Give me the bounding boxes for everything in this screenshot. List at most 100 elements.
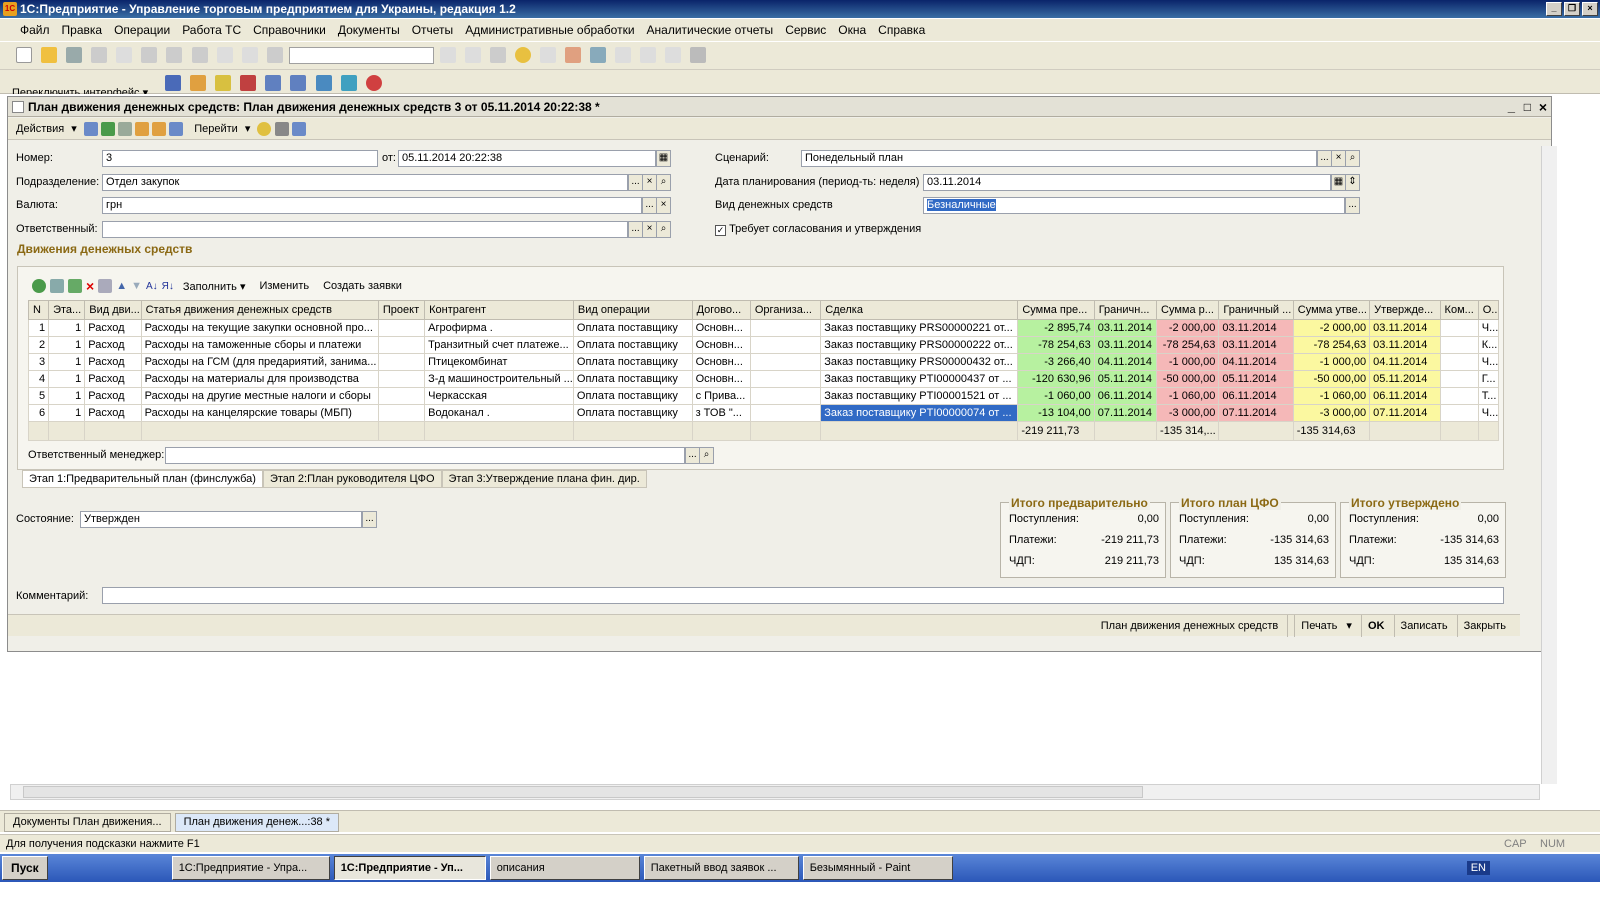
cell-deal[interactable]: Заказ поставщику PRS00000432 от... — [820, 353, 1019, 371]
dept-field[interactable]: Отдел закупок — [102, 174, 628, 191]
cell-n[interactable]: 1 — [27, 319, 50, 337]
cell-sum-approved[interactable]: -1 060,00 — [1292, 387, 1371, 405]
currency-clear-button[interactable]: × — [656, 197, 671, 214]
cell-org[interactable] — [749, 336, 822, 354]
fill-button[interactable]: Заполнить ▾ — [178, 280, 251, 293]
create-requests-button[interactable]: Создать заявки — [318, 280, 407, 292]
cell-operation[interactable]: Оплата поставщику — [572, 336, 693, 354]
tab-stage-1[interactable]: Этап 1:Предварительный план (финслужба) — [22, 470, 263, 488]
goto-menu[interactable]: Перейти ▾ — [186, 118, 254, 140]
cell-project[interactable] — [377, 387, 426, 405]
col-sum-approved[interactable]: Сумма утве... — [1292, 300, 1371, 320]
memory-plus-icon[interactable] — [640, 47, 657, 63]
col-organization[interactable]: Организа... — [749, 300, 822, 320]
menu-help[interactable]: Справка — [872, 19, 931, 41]
state-select-button[interactable]: ... — [362, 511, 377, 528]
users-icon[interactable] — [590, 47, 607, 63]
cell-operation[interactable]: Оплата поставщику — [572, 353, 693, 371]
cell-deal[interactable]: Заказ поставщику PTI00001521 от ... — [820, 387, 1019, 405]
cell-counterparty[interactable]: Водоканал . — [424, 404, 574, 422]
sort-desc-icon[interactable]: Я↓ — [162, 281, 174, 292]
menu-service[interactable]: Сервис — [779, 19, 832, 41]
people-icon[interactable] — [165, 75, 182, 91]
cell-n[interactable]: 4 — [27, 370, 50, 388]
col-cash-item[interactable]: Статья движения денежных средств — [140, 300, 379, 320]
cell-deal[interactable]: Заказ поставщику PTI00000437 от ... — [820, 370, 1019, 388]
cell-project[interactable] — [377, 319, 426, 337]
cell-counterparty[interactable]: Черкасская — [424, 387, 574, 405]
cell-operation[interactable]: Оплата поставщику — [572, 370, 693, 388]
cell-counterparty[interactable]: Птицекомбинат — [424, 353, 574, 371]
plandate-calendar-button[interactable]: ▦ — [1331, 174, 1346, 191]
col-counterparty[interactable]: Контрагент — [424, 300, 574, 320]
cell-deal[interactable]: Заказ поставщику PRS00000221 от... — [820, 319, 1019, 337]
cell-stage[interactable]: 1 — [48, 319, 86, 337]
move-down-icon[interactable]: ▼ — [131, 280, 142, 292]
info-icon[interactable] — [515, 47, 531, 63]
cell-comment[interactable] — [1439, 404, 1479, 422]
cell-org[interactable] — [749, 387, 822, 405]
cell-sum-cfo[interactable]: -78 254,63 — [1156, 336, 1220, 354]
cell-contract[interactable]: Основн... — [691, 319, 751, 337]
cell-comment[interactable] — [1439, 353, 1479, 371]
cell-item[interactable]: Расходы на другие местные налоги и сборы — [140, 387, 379, 405]
tab-stage-2[interactable]: Этап 2:План руководителя ЦФО — [262, 470, 442, 488]
scroll-thumb[interactable] — [23, 786, 1143, 798]
post-icon[interactable] — [100, 122, 115, 137]
report-icon[interactable] — [265, 75, 282, 91]
wintab-documents[interactable]: Документы План движения... — [4, 813, 171, 832]
language-indicator[interactable]: EN — [1466, 861, 1490, 875]
cell-stage[interactable]: 1 — [48, 353, 86, 371]
cell-limit-date[interactable]: 03.11.2014 — [1093, 336, 1158, 354]
cell-comment[interactable] — [1439, 319, 1479, 337]
enter-based-icon[interactable] — [169, 122, 184, 137]
cell-limit-date[interactable]: 04.11.2014 — [1093, 353, 1158, 371]
cell-type[interactable]: Расход — [84, 404, 142, 422]
print-plan-button[interactable]: План движения денежных средств — [1095, 615, 1284, 637]
ok-button[interactable]: OK — [1360, 615, 1391, 637]
cell-deal[interactable]: Заказ поставщику PRS00000222 от... — [820, 336, 1019, 354]
menu-admin[interactable]: Административные обработки — [459, 19, 640, 41]
copy-doc-icon[interactable] — [135, 122, 150, 137]
menu-ts[interactable]: Работа ТС — [176, 19, 247, 41]
transfer-icon[interactable] — [240, 75, 257, 91]
cell-stage[interactable]: 1 — [48, 370, 86, 388]
resp-clear-button[interactable]: × — [642, 221, 657, 238]
cell-approved-date[interactable]: 05.11.2014 — [1369, 370, 1441, 388]
windows-icon[interactable] — [489, 47, 506, 63]
cell-other[interactable]: Т... — [1477, 387, 1500, 405]
cell-contract[interactable]: з ТОВ "... — [691, 404, 751, 422]
nav-forward-icon[interactable] — [464, 47, 481, 63]
settings-icon[interactable] — [365, 75, 382, 91]
menu-operations[interactable]: Операции — [108, 19, 176, 41]
minimize-button[interactable]: _ — [1546, 2, 1562, 16]
help-icon[interactable] — [257, 122, 272, 137]
cell-comment[interactable] — [1439, 387, 1479, 405]
post-close-icon[interactable] — [83, 122, 98, 137]
cell-sum-approved[interactable]: -1 000,00 — [1292, 353, 1371, 371]
cell-approved-date[interactable]: 04.11.2014 — [1369, 353, 1441, 371]
table-row[interactable]: 1 1 Расход Расходы на текущие закупки основ… — [27, 319, 1500, 337]
cell-sum-prelim[interactable]: -3 266,40 — [1017, 353, 1095, 371]
cell-approved-date[interactable]: 03.11.2014 — [1369, 336, 1441, 354]
task-1c-first[interactable]: 1С:Предприятие - Упра... — [171, 856, 330, 880]
menu-catalogs[interactable]: Справочники — [247, 19, 332, 41]
calculator-icon[interactable] — [540, 47, 557, 63]
resp-field[interactable] — [102, 221, 628, 238]
col-project[interactable]: Проект — [377, 300, 426, 320]
resp-open-button[interactable]: ⌕ — [656, 221, 671, 238]
scenario-select-button[interactable]: ... — [1317, 150, 1332, 167]
cell-n[interactable]: 3 — [27, 353, 50, 371]
cell-counterparty[interactable]: З-д машиностроительный ... — [424, 370, 574, 388]
cell-type[interactable]: Расход — [84, 387, 142, 405]
doc-minimize-icon[interactable]: _ — [1508, 97, 1515, 117]
cell-sum-cfo[interactable]: -1 060,00 — [1156, 387, 1220, 405]
cell-sum-approved[interactable]: -78 254,63 — [1292, 336, 1371, 354]
edit-row-icon[interactable] — [68, 279, 82, 293]
cell-counterparty[interactable]: Транзитный счет платеже... — [424, 336, 574, 354]
approval-checkbox[interactable]: ✓ Требует согласования и утверждения — [715, 221, 921, 237]
cell-comment[interactable] — [1439, 370, 1479, 388]
end-edit-icon[interactable] — [98, 279, 113, 293]
doc-close-icon[interactable]: × — [1539, 97, 1547, 117]
cell-item[interactable]: Расходы на ГСМ (для предариятий, занима.… — [140, 353, 379, 371]
